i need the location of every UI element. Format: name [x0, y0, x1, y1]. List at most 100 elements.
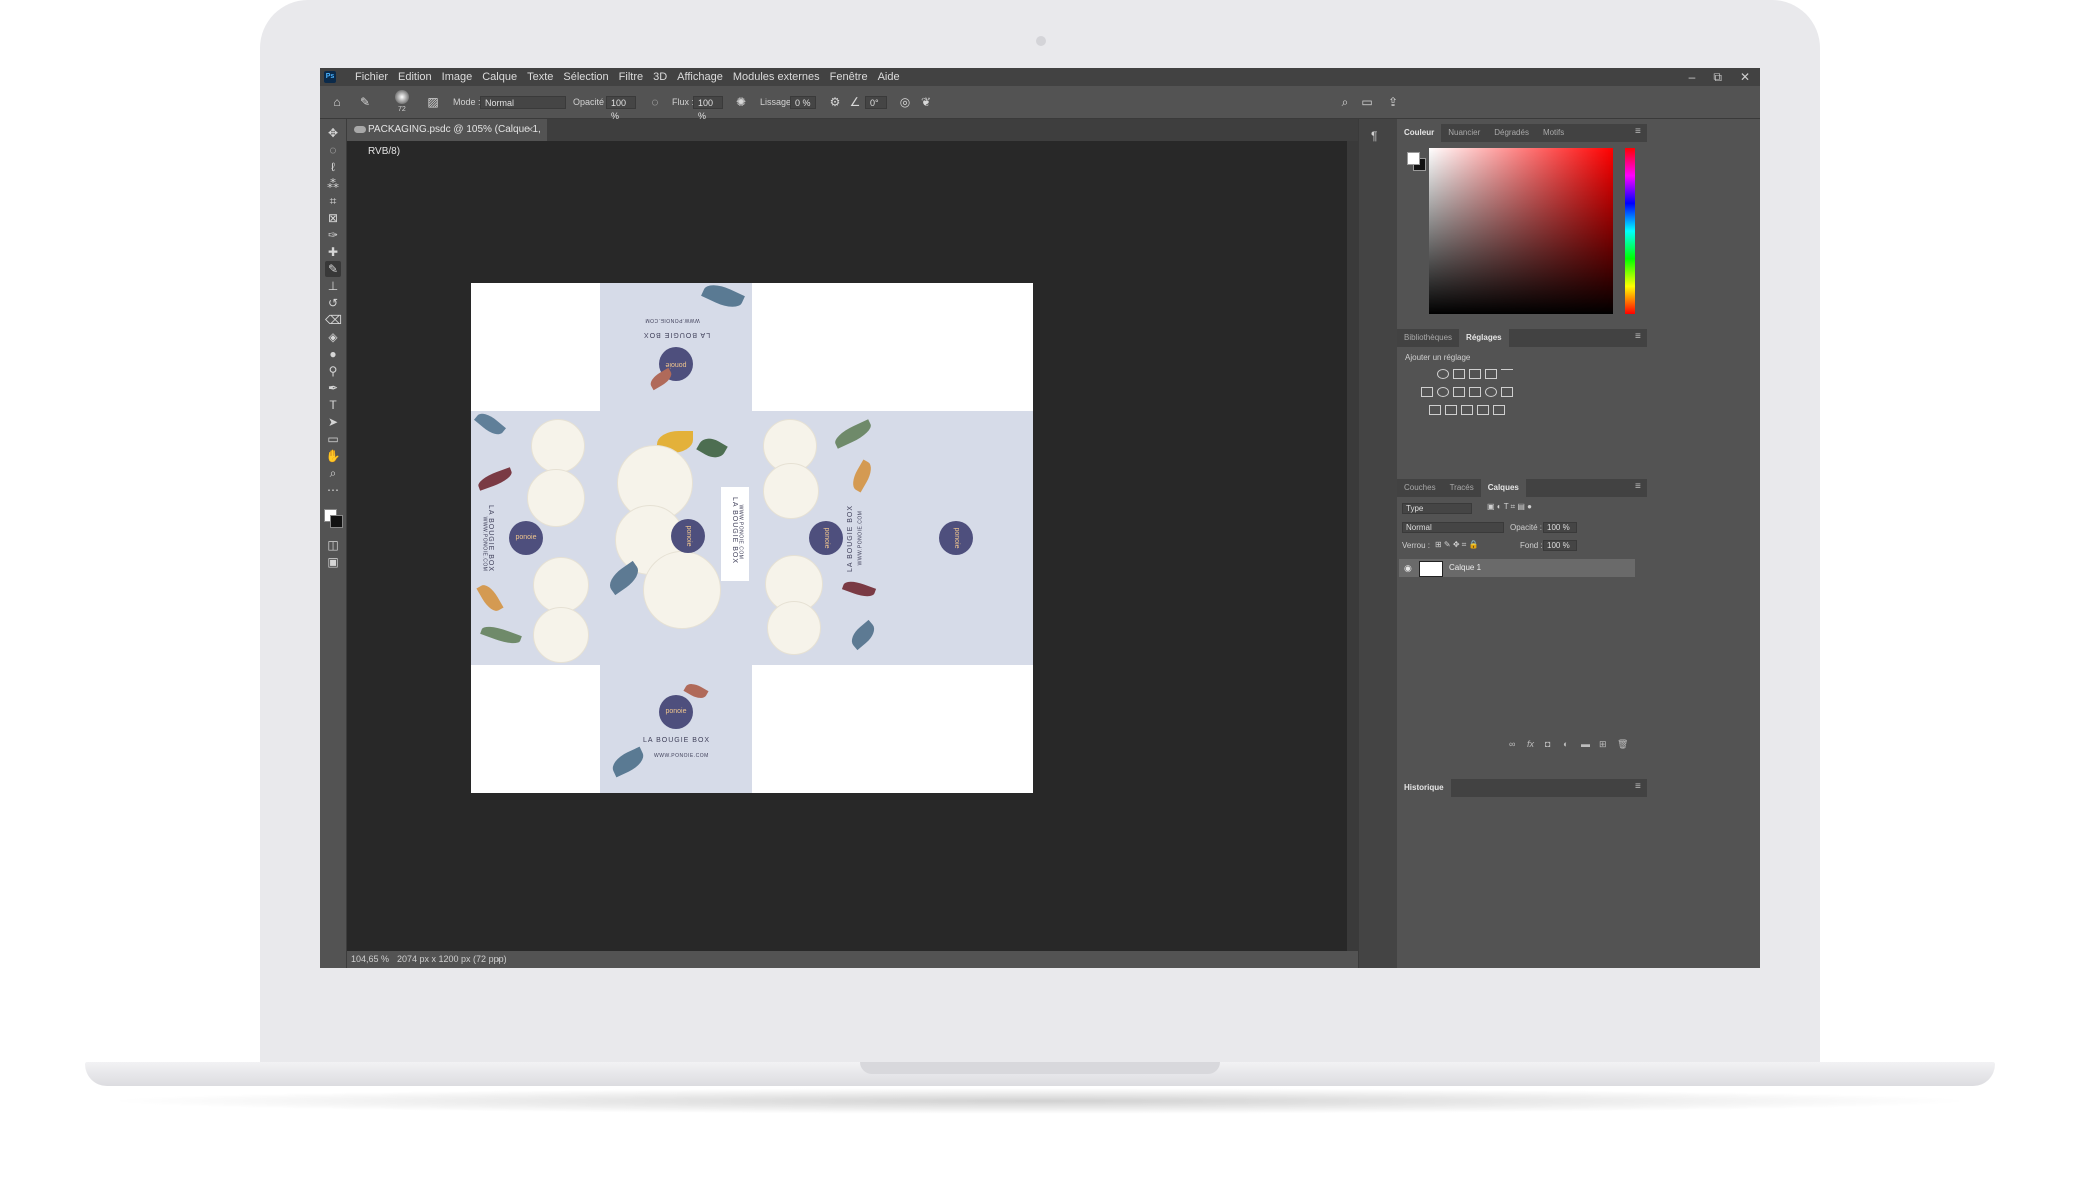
brush-panel-icon[interactable]: ▨: [426, 95, 440, 109]
layer-filter-select[interactable]: Type: [1402, 503, 1472, 514]
fill-field[interactable]: 100 %: [1543, 540, 1577, 551]
tab-bibliotheques[interactable]: Bibliothèques: [1397, 329, 1459, 347]
path-selection-icon[interactable]: ➤: [325, 414, 341, 430]
healing-brush-icon[interactable]: ✚: [325, 244, 341, 260]
panel-menu-icon[interactable]: ≡: [1635, 126, 1754, 137]
threshold-icon[interactable]: [1461, 405, 1473, 415]
tab-motifs[interactable]: Motifs: [1536, 124, 1571, 142]
screen-mode-icon[interactable]: ▣: [325, 554, 341, 570]
invert-icon[interactable]: [1429, 405, 1441, 415]
marquee-tool-icon[interactable]: ◌: [325, 142, 341, 158]
crop-tool-icon[interactable]: ⌗: [325, 193, 341, 209]
layer-fx-icon[interactable]: fx: [1527, 736, 1534, 752]
status-expand-arrow[interactable]: ›: [497, 951, 500, 968]
panel-menu-icon[interactable]: ≡: [1635, 481, 1754, 492]
curves-adjust-icon[interactable]: [1469, 369, 1481, 379]
zoom-tool-icon[interactable]: ⌕: [325, 465, 341, 481]
workspace-icon[interactable]: ▭: [1360, 95, 1374, 109]
tab-couleur[interactable]: Couleur: [1397, 124, 1442, 142]
menu-aide[interactable]: Aide: [873, 68, 905, 86]
layer-mask-icon[interactable]: ◘: [1545, 736, 1550, 752]
move-tool-icon[interactable]: ✥: [325, 125, 341, 141]
lasso-tool-icon[interactable]: ℓ: [325, 159, 341, 175]
frame-tool-icon[interactable]: ⊠: [325, 210, 341, 226]
quick-mask-icon[interactable]: ◫: [325, 537, 341, 553]
menu-edition[interactable]: Edition: [393, 68, 437, 86]
new-layer-icon[interactable]: ⊞: [1599, 736, 1607, 752]
black-white-icon[interactable]: [1453, 387, 1465, 397]
home-icon[interactable]: ⌂: [330, 95, 344, 109]
zoom-level[interactable]: 104,65 %: [351, 951, 389, 968]
smoothing-field[interactable]: 0 %: [790, 96, 816, 109]
menu-3d[interactable]: 3D: [648, 68, 672, 86]
dodge-tool-icon[interactable]: ⚲: [325, 363, 341, 379]
layer-name[interactable]: Calque 1: [1449, 559, 1481, 577]
color-lookup-icon[interactable]: [1501, 387, 1513, 397]
restore-button[interactable]: ⧉: [1713, 68, 1722, 86]
blend-mode-select[interactable]: Normal: [1402, 522, 1504, 533]
eyedropper-icon[interactable]: ✑: [325, 227, 341, 243]
pen-tool-icon[interactable]: ✒: [325, 380, 341, 396]
color-balance-icon[interactable]: [1437, 387, 1449, 397]
tab-calques[interactable]: Calques: [1480, 479, 1526, 497]
angle-field[interactable]: 0°: [865, 96, 887, 109]
panel-menu-icon[interactable]: ≡: [1635, 331, 1754, 342]
hue-slider[interactable]: [1625, 148, 1635, 314]
tab-historique[interactable]: Historique: [1397, 779, 1451, 797]
history-brush-icon[interactable]: ↺: [325, 295, 341, 311]
pressure-size-icon[interactable]: ◎: [898, 95, 912, 109]
link-layers-icon[interactable]: ∞: [1509, 736, 1515, 752]
clone-stamp-icon[interactable]: ⊥: [325, 278, 341, 294]
foreground-swatch[interactable]: [1407, 152, 1420, 165]
tab-nuancier[interactable]: Nuancier: [1441, 124, 1487, 142]
layer-filter-icons[interactable]: ▣ ◐ T ⌗ ▤ ●: [1487, 502, 1532, 512]
minimize-button[interactable]: –: [1689, 68, 1696, 86]
more-tools-icon[interactable]: ⋯: [325, 482, 341, 498]
menu-texte[interactable]: Texte: [522, 68, 558, 86]
photo-filter-icon[interactable]: [1469, 387, 1481, 397]
brightness-adjust-icon[interactable]: [1437, 369, 1449, 379]
gear-icon[interactable]: ⚙: [828, 95, 842, 109]
magic-wand-icon[interactable]: ⁂: [325, 176, 341, 192]
channel-mixer-icon[interactable]: [1485, 387, 1497, 397]
pressure-opacity-icon[interactable]: ◌: [648, 95, 662, 109]
share-icon[interactable]: ⇪: [1386, 95, 1400, 109]
tab-couches[interactable]: Couches: [1397, 479, 1443, 497]
gradient-map-icon[interactable]: [1493, 405, 1505, 415]
posterize-icon[interactable]: [1445, 405, 1457, 415]
tab-reglages[interactable]: Réglages: [1459, 329, 1509, 347]
panel-menu-icon[interactable]: ≡: [1635, 781, 1754, 792]
menu-filtre[interactable]: Filtre: [614, 68, 648, 86]
trash-icon[interactable]: 🗑: [1617, 736, 1628, 752]
selective-color-icon[interactable]: [1477, 405, 1489, 415]
paragraph-icon[interactable]: ¶: [1371, 129, 1377, 143]
background-color-swatch[interactable]: [330, 515, 343, 528]
layer-row[interactable]: ◉ Calque 1: [1399, 559, 1635, 577]
tab-degrades[interactable]: Dégradés: [1487, 124, 1536, 142]
blur-tool-icon[interactable]: ●: [325, 346, 341, 362]
lock-icons[interactable]: ⊞ ✎ ✥ ⌗ 🔒: [1435, 540, 1478, 550]
menu-affichage[interactable]: Affichage: [672, 68, 728, 86]
group-folder-icon[interactable]: ▬: [1581, 736, 1590, 752]
color-spectrum-field[interactable]: [1429, 148, 1613, 314]
canvas-artboard[interactable]: WWW.PONOIE.COM LA BOUGIE BOX ponoie pono…: [471, 279, 1033, 793]
brush-tool-selected-icon[interactable]: ✎: [325, 261, 341, 277]
paint-bucket-icon[interactable]: ◈: [325, 329, 341, 345]
levels-adjust-icon[interactable]: [1453, 369, 1465, 379]
airbrush-icon[interactable]: ✺: [734, 95, 748, 109]
menu-modules-externes[interactable]: Modules externes: [728, 68, 825, 86]
symmetry-icon[interactable]: ❦: [919, 95, 933, 109]
menu-fichier[interactable]: Fichier: [350, 68, 393, 86]
close-window-button[interactable]: ✕: [1740, 68, 1750, 86]
layer-opacity-field[interactable]: 100 %: [1543, 522, 1577, 533]
menu-fenetre[interactable]: Fenêtre: [825, 68, 873, 86]
mode-select[interactable]: Normal: [480, 96, 566, 109]
search-icon[interactable]: ⌕: [1338, 95, 1352, 109]
vibrance-adjust-icon[interactable]: [1501, 369, 1513, 379]
opacity-field[interactable]: 100 %: [606, 96, 636, 121]
rectangle-tool-icon[interactable]: ▭: [325, 431, 341, 447]
type-tool-icon[interactable]: T: [325, 397, 341, 413]
hand-tool-icon[interactable]: ✋: [325, 448, 341, 464]
eraser-icon[interactable]: ⌫: [325, 312, 342, 328]
close-tab-icon[interactable]: ×: [527, 119, 533, 141]
